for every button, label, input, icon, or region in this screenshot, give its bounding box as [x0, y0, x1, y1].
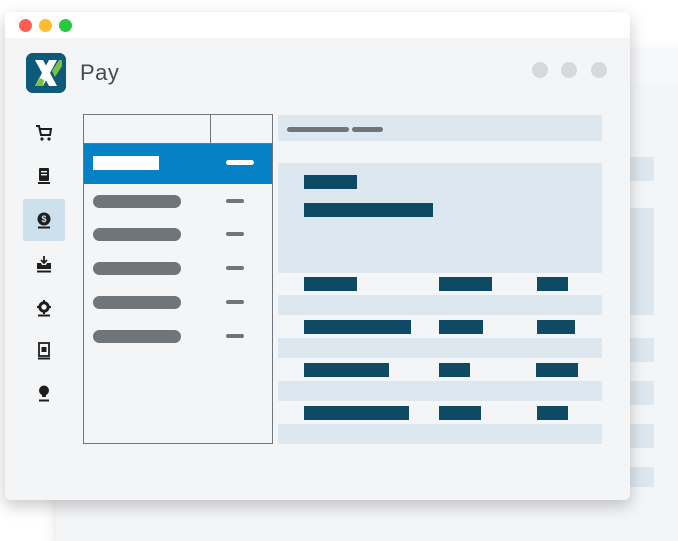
window-titlebar [5, 12, 630, 38]
lightbulb-icon [39, 385, 49, 402]
table-cell [304, 277, 357, 291]
list-header [84, 115, 272, 144]
zoom-window-button[interactable] [59, 19, 72, 32]
table-cell [304, 406, 409, 420]
detail-summary-card [278, 163, 602, 273]
list-item-title [93, 195, 181, 208]
sidebar-item-documents[interactable] [23, 330, 65, 372]
table-row-separator [278, 424, 602, 444]
document-icon [38, 342, 50, 360]
list-item-value [226, 232, 244, 236]
table-cell [304, 363, 389, 377]
breadcrumb-item[interactable] [287, 127, 349, 132]
window-action-button[interactable] [561, 62, 577, 78]
list-item-value [226, 199, 244, 203]
detail-title [304, 175, 357, 189]
table-row-separator [278, 381, 602, 401]
table-cell [537, 277, 568, 291]
list-item[interactable] [84, 319, 272, 359]
table-cell [537, 320, 575, 334]
window-action-button[interactable] [532, 62, 548, 78]
detail-subtitle [304, 203, 433, 217]
sidebar-item-ideas[interactable] [23, 372, 65, 414]
list-item-title [93, 228, 181, 241]
table-cell [439, 363, 470, 377]
receipt-icon [38, 168, 50, 184]
close-window-button[interactable] [19, 19, 32, 32]
svg-text:$: $ [41, 214, 46, 224]
settings-gear-icon [37, 300, 51, 317]
transaction-list [83, 114, 273, 444]
table-cell [536, 363, 578, 377]
window-action-button[interactable] [591, 62, 607, 78]
minimize-window-button[interactable] [39, 19, 52, 32]
detail-breadcrumb-bar [278, 115, 602, 141]
list-item-value [226, 266, 244, 270]
list-item-title [93, 156, 159, 170]
table-cell [439, 320, 483, 334]
sidebar-item-receipts[interactable] [23, 155, 65, 197]
list-item-title [93, 296, 181, 309]
sidebar-item-cart[interactable] [23, 112, 65, 154]
list-item-value [226, 334, 244, 338]
table-cell [537, 406, 568, 420]
list-item-title [93, 262, 181, 275]
table-row-separator [278, 295, 602, 315]
sidebar-item-payments[interactable]: $ [23, 199, 65, 241]
breadcrumb-item[interactable] [352, 127, 383, 132]
sidebar-item-inbox[interactable] [23, 243, 65, 285]
sidebar-item-settings[interactable] [23, 287, 65, 329]
table-cell [304, 320, 411, 334]
list-item-title [93, 330, 181, 343]
app-title: Pay [80, 60, 120, 85]
app-window: Pay $ [5, 12, 630, 500]
cart-icon [36, 125, 53, 141]
table-cell [439, 277, 492, 291]
screen: Pay $ [0, 0, 678, 541]
list-item-value [226, 300, 244, 304]
dollar-coin-icon: $ [37, 212, 51, 229]
app-logo-icon [26, 53, 66, 93]
table-cell [439, 406, 481, 420]
column-divider[interactable] [210, 115, 211, 144]
inbox-icon [37, 256, 51, 273]
list-item[interactable] [84, 144, 272, 184]
list-item-value [226, 160, 254, 165]
table-row-separator [278, 338, 602, 358]
